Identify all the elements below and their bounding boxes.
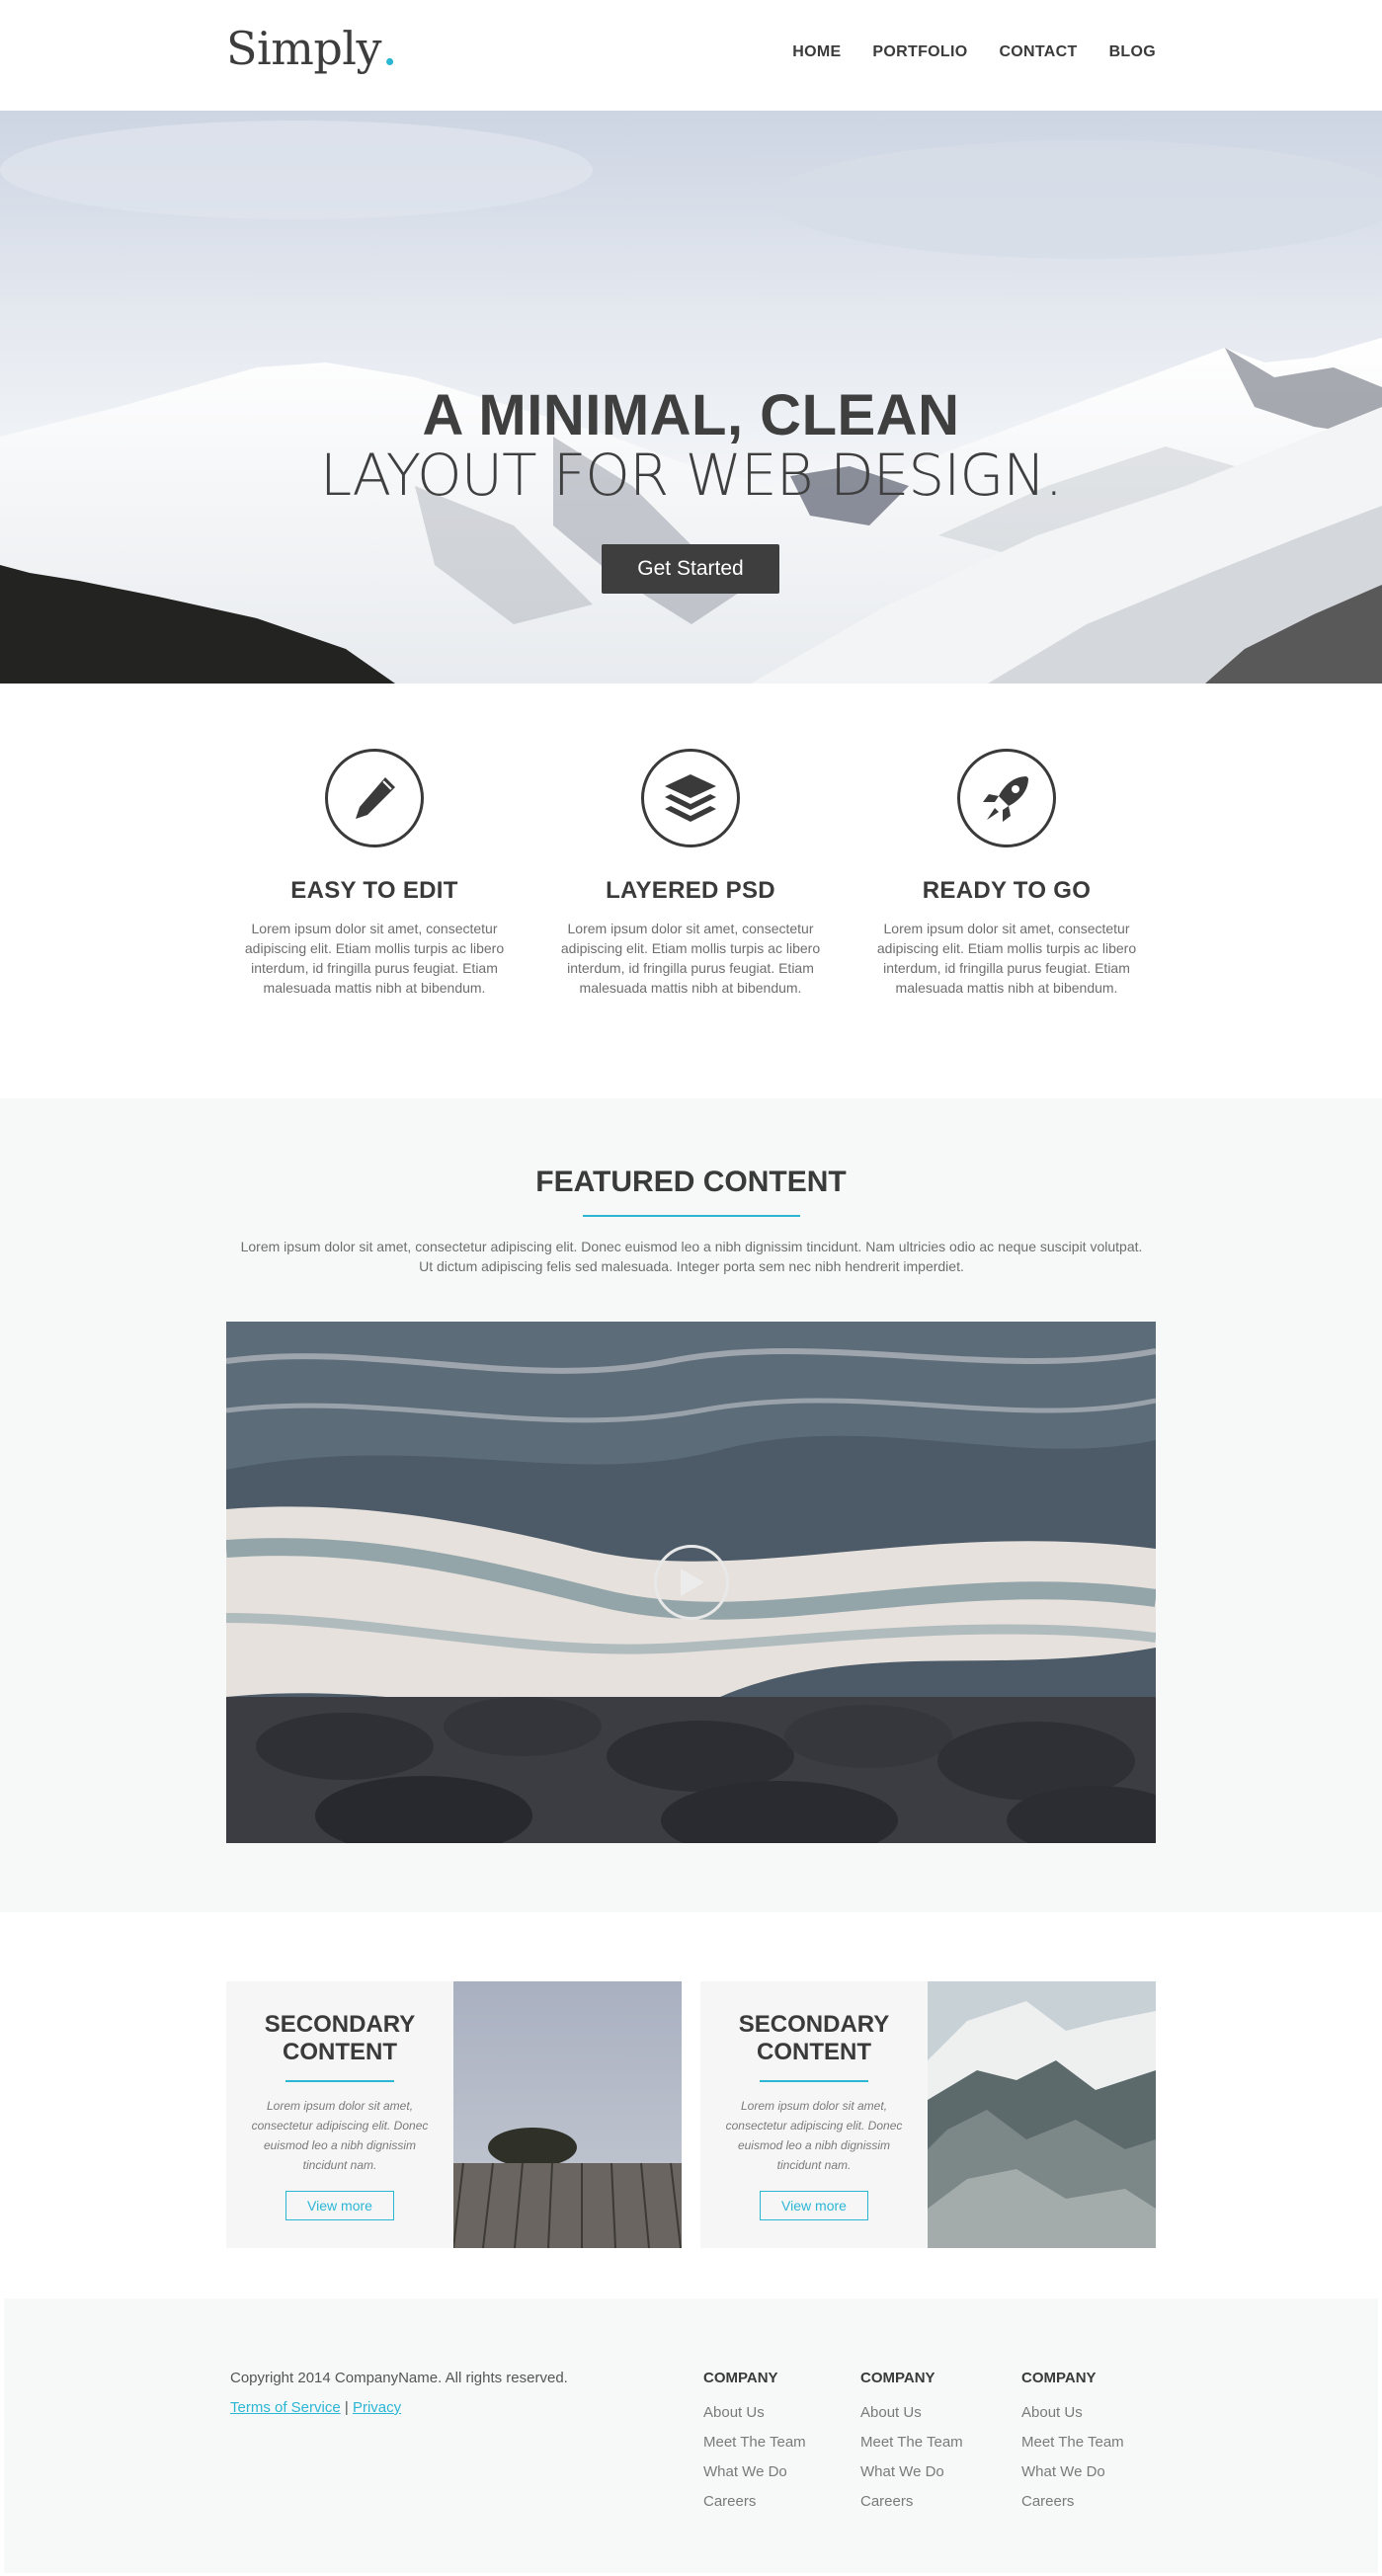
- feature-icon-circle: [957, 749, 1056, 847]
- secondary-section: SECONDARY CONTENT Lorem ipsum dolor sit …: [0, 1912, 1382, 2302]
- card-title: SECONDARY CONTENT: [264, 2011, 416, 2065]
- pencil-icon: [356, 777, 395, 819]
- dock-image: [453, 1981, 682, 2248]
- footer-link-what-we-do[interactable]: What We Do: [860, 2457, 963, 2487]
- footer-link-about[interactable]: About Us: [703, 2398, 806, 2428]
- footer-link-team[interactable]: Meet The Team: [1021, 2428, 1124, 2457]
- footer-link-what-we-do[interactable]: What We Do: [703, 2457, 806, 2487]
- view-more-button[interactable]: View more: [760, 2191, 868, 2220]
- logo-dot: .: [381, 15, 398, 77]
- rocket-icon: [983, 776, 1028, 822]
- card-image-mountain: [928, 1981, 1156, 2248]
- copyright-text: Copyright 2014 CompanyName. All rights r…: [230, 2370, 568, 2386]
- get-started-button[interactable]: Get Started: [602, 544, 779, 594]
- site-footer: Copyright 2014 CompanyName. All rights r…: [4, 2298, 1378, 2573]
- card-text-panel: SECONDARY CONTENT Lorem ipsum dolor sit …: [226, 1981, 453, 2248]
- footer-column-heading: COMPANY: [703, 2370, 778, 2386]
- footer-link-team[interactable]: Meet The Team: [860, 2428, 963, 2457]
- footer-link-careers[interactable]: Careers: [703, 2487, 806, 2517]
- secondary-card: SECONDARY CONTENT Lorem ipsum dolor sit …: [700, 1981, 1156, 2248]
- terms-link[interactable]: Terms of Service: [230, 2399, 341, 2416]
- footer-link-careers[interactable]: Careers: [860, 2487, 963, 2517]
- card-title: SECONDARY CONTENT: [738, 2011, 890, 2065]
- nav-contact[interactable]: CONTACT: [999, 43, 1077, 61]
- privacy-link[interactable]: Privacy: [353, 2399, 401, 2416]
- footer-link-what-we-do[interactable]: What We Do: [1021, 2457, 1124, 2487]
- feature-easy-to-edit: EASY TO EDIT Lorem ipsum dolor sit amet,…: [231, 749, 518, 998]
- features-section: EASY TO EDIT Lorem ipsum dolor sit amet,…: [0, 684, 1382, 1098]
- footer-link-careers[interactable]: Careers: [1021, 2487, 1124, 2517]
- card-title-underline: [285, 2080, 394, 2082]
- nav-blog[interactable]: BLOG: [1109, 43, 1156, 61]
- feature-icon-circle: [641, 749, 740, 847]
- footer-column: COMPANY About Us Meet The Team What We D…: [703, 2370, 806, 2517]
- feature-title: LAYERED PSD: [606, 877, 775, 904]
- card-text: Lorem ipsum dolor sit amet, consectetur …: [251, 2099, 429, 2172]
- nav-home[interactable]: HOME: [792, 43, 841, 61]
- card-title-underline: [760, 2080, 868, 2082]
- layers-icon: [665, 774, 716, 822]
- featured-title: FEATURED CONTENT: [535, 1166, 847, 1198]
- feature-title: EASY TO EDIT: [290, 877, 458, 904]
- hero-subtitle: LAYOUT FOR WEB DESIGN.: [319, 442, 1063, 509]
- feature-text: Lorem ipsum dolor sit amet, consectetur …: [560, 921, 821, 996]
- footer-column-heading: COMPANY: [1021, 2370, 1097, 2386]
- feature-ready-to-go: READY TO GO Lorem ipsum dolor sit amet, …: [863, 749, 1150, 998]
- footer-link-about[interactable]: About Us: [860, 2398, 963, 2428]
- footer-column: COMPANY About Us Meet The Team What We D…: [1021, 2370, 1124, 2517]
- featured-video[interactable]: [226, 1322, 1156, 1843]
- footer-column-heading: COMPANY: [860, 2370, 935, 2386]
- play-icon: [681, 1569, 704, 1596]
- card-image-dock: [453, 1981, 682, 2248]
- feature-title: READY TO GO: [922, 877, 1092, 904]
- play-button[interactable]: [654, 1545, 729, 1620]
- footer-column: COMPANY About Us Meet The Team What We D…: [860, 2370, 963, 2517]
- title-underline: [583, 1215, 800, 1217]
- featured-text: Lorem ipsum dolor sit amet, consectetur …: [240, 1239, 1143, 1274]
- feature-text: Lorem ipsum dolor sit amet, consectetur …: [876, 921, 1137, 996]
- footer-link-team[interactable]: Meet The Team: [703, 2428, 806, 2457]
- view-more-button[interactable]: View more: [285, 2191, 394, 2220]
- main-nav: HOME PORTFOLIO CONTACT BLOG: [792, 43, 1156, 61]
- secondary-card: SECONDARY CONTENT Lorem ipsum dolor sit …: [226, 1981, 682, 2248]
- footer-link-about[interactable]: About Us: [1021, 2398, 1124, 2428]
- logo-text: Simply: [226, 22, 382, 75]
- card-text: Lorem ipsum dolor sit amet, consectetur …: [725, 2099, 903, 2172]
- feature-icon-circle: [325, 749, 424, 847]
- mountain-image: [928, 1981, 1156, 2248]
- legal-links: Terms of Service | Privacy: [230, 2399, 401, 2416]
- nav-portfolio[interactable]: PORTFOLIO: [872, 43, 967, 61]
- card-text-panel: SECONDARY CONTENT Lorem ipsum dolor sit …: [700, 1981, 928, 2248]
- link-separator: |: [344, 2399, 349, 2416]
- featured-section: FEATURED CONTENT Lorem ipsum dolor sit a…: [0, 1098, 1382, 1912]
- logo[interactable]: Simply.: [226, 20, 398, 76]
- hero-section: A MINIMAL, CLEAN LAYOUT FOR WEB DESIGN. …: [0, 111, 1382, 684]
- hero-title: A MINIMAL, CLEAN: [422, 383, 960, 447]
- feature-layered-psd: LAYERED PSD Lorem ipsum dolor sit amet, …: [547, 749, 834, 998]
- feature-text: Lorem ipsum dolor sit amet, consectetur …: [244, 921, 505, 996]
- site-header: Simply. HOME PORTFOLIO CONTACT BLOG: [0, 0, 1382, 111]
